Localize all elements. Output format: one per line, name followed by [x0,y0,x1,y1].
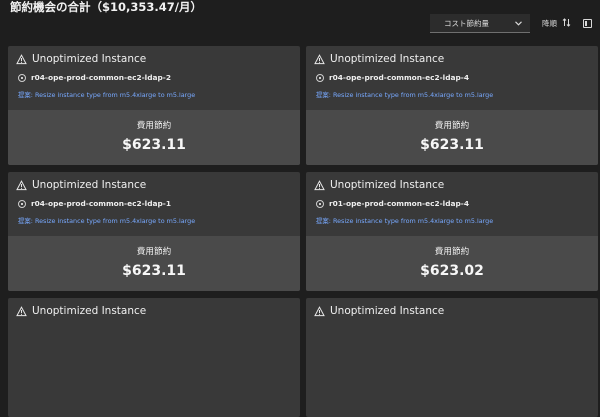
recommendation-text: 提案: Resize instance type from m5.4xlarge… [316,217,494,225]
instance-row: r04-ope-prod-common-ec2-ldap-1 [18,199,171,208]
saving-value: $623.02 [420,263,484,279]
instance-name: r01-ope-prod-common-ec2-ldap-4 [329,199,469,208]
card-title: Unoptimized Instance [330,53,445,65]
warning-icon [16,179,27,191]
warning-icon [314,305,325,317]
warning-icon [16,305,27,317]
saving-panel: 費用節約 $623.02 [306,236,598,291]
toolbar: コスト節約量 降順 [430,14,592,33]
page-title: 節約機会の合計（$10,353.47/月） [10,0,202,14]
card-header: Unoptimized Instance [16,179,146,191]
saving-label: 費用節約 [136,121,172,131]
sort-order-button[interactable]: 降順 [542,17,571,30]
instance-row: r04-ope-prod-common-ec2-ldap-4 [316,73,469,82]
panel-toggle-icon[interactable] [583,19,592,28]
card-header: Unoptimized Instance [314,305,444,317]
instance-icon [18,199,26,208]
recommendation-text: 提案: Resize instance type from m5.4xlarge… [316,91,494,99]
card-header: Unoptimized Instance [16,305,146,317]
saving-value: $623.11 [420,137,484,153]
warning-icon [314,179,325,191]
sort-by-select[interactable]: コスト節約量 [430,14,530,33]
saving-label: 費用節約 [434,121,470,131]
saving-panel: 費用節約 $623.11 [8,110,300,165]
card-title: Unoptimized Instance [32,53,147,65]
recommendation-text: 提案: Resize instance type from m5.4xlarge… [18,217,196,225]
instance-row: r01-ope-prod-common-ec2-ldap-4 [316,199,469,208]
recommendation-card[interactable]: Unoptimized Instance r04-ope-prod-common… [8,172,300,291]
card-title: Unoptimized Instance [32,305,147,317]
card-title: Unoptimized Instance [330,305,445,317]
recommendation-card[interactable]: Unoptimized Instance r04-ope-prod-common… [306,46,598,165]
sort-order-label: 降順 [542,19,557,28]
chevron-down-icon [515,19,522,28]
warning-icon [314,53,325,65]
saving-panel: 費用節約 $623.11 [8,236,300,291]
saving-label: 費用節約 [136,247,172,257]
sort-arrows-icon [562,17,571,30]
instance-icon [316,199,324,208]
sort-by-select-value: コスト節約量 [444,18,489,28]
saving-label: 費用節約 [434,247,470,257]
recommendation-card[interactable]: Unoptimized Instance [306,298,598,417]
instance-row: r04-ope-prod-common-ec2-ldap-2 [18,73,171,82]
recommendation-card[interactable]: Unoptimized Instance r04-ope-prod-common… [8,46,300,165]
recommendation-text: 提案: Resize instance type from m5.4xlarge… [18,91,196,99]
recommendation-card[interactable]: Unoptimized Instance r01-ope-prod-common… [306,172,598,291]
card-title: Unoptimized Instance [32,179,147,191]
saving-value: $623.11 [122,137,186,153]
card-header: Unoptimized Instance [314,179,444,191]
instance-icon [316,73,324,82]
recommendation-card[interactable]: Unoptimized Instance [8,298,300,417]
instance-name: r04-ope-prod-common-ec2-ldap-4 [329,73,469,82]
card-title: Unoptimized Instance [330,179,445,191]
card-header: Unoptimized Instance [16,53,146,65]
instance-name: r04-ope-prod-common-ec2-ldap-2 [31,73,171,82]
saving-value: $623.11 [122,263,186,279]
instance-name: r04-ope-prod-common-ec2-ldap-1 [31,199,171,208]
warning-icon [16,53,27,65]
instance-icon [18,73,26,82]
card-header: Unoptimized Instance [314,53,444,65]
saving-panel: 費用節約 $623.11 [306,110,598,165]
